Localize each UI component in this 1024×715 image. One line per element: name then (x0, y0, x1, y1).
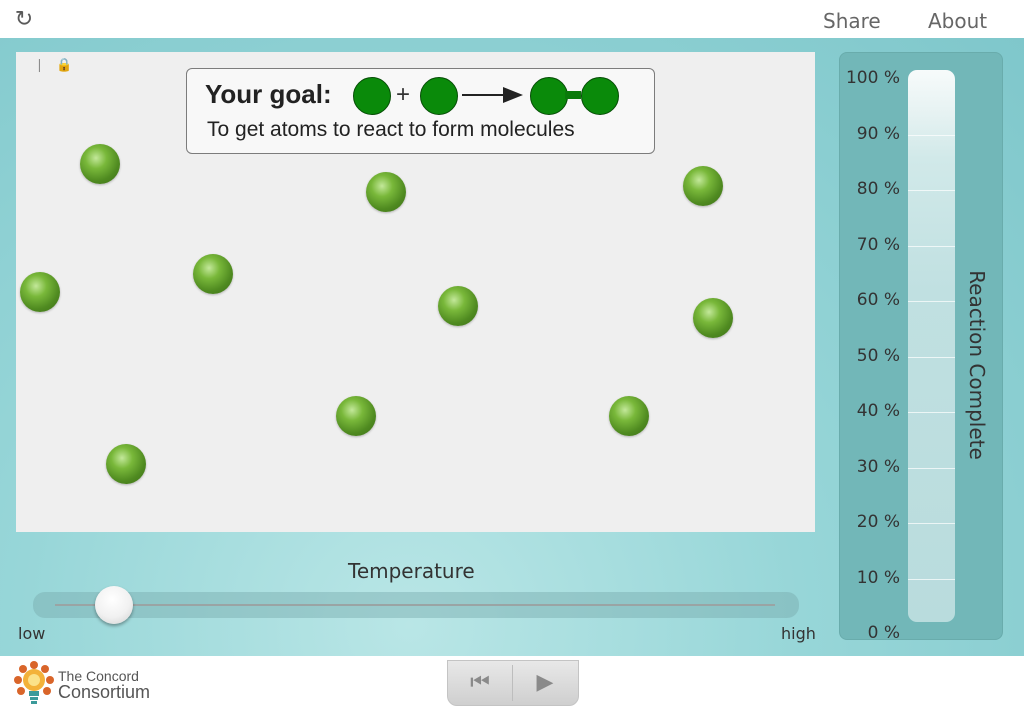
skip-back-icon[interactable]: ⏮ (448, 667, 512, 699)
play-icon[interactable]: ▶ (513, 667, 577, 699)
temperature-label: Temperature (348, 559, 475, 583)
gauge-title: Reaction Complete (965, 270, 989, 460)
atom[interactable] (609, 396, 649, 436)
gauge-tick-line (908, 245, 955, 247)
playback-controls: ⏮ ▶ (447, 660, 579, 706)
gauge-tick-line (908, 523, 955, 524)
top-bar: ↻ Share About (0, 0, 1024, 39)
goal-atom-2 (420, 77, 458, 115)
gauge-tick-label: 40 % (856, 401, 900, 421)
goal-panel: Your goal: + To get atoms to react to fo… (186, 68, 655, 154)
slider-line (55, 604, 775, 606)
gauge-tick-label: 100 % (845, 68, 900, 88)
atom[interactable] (438, 286, 478, 326)
gauge-tick-label: 50 % (856, 345, 900, 366)
molecule-container[interactable]: ❘ 🔒 Your goal: + To get atoms to react t… (16, 52, 815, 532)
gauge-tick-line (908, 134, 955, 136)
atom[interactable] (683, 166, 723, 206)
logo-line-2: Consortium (58, 682, 151, 702)
goal-title: Your goal: (205, 79, 332, 109)
footer: The Concord Consortium ⏮ ▶ (0, 656, 1024, 715)
gauge-tick-line (908, 356, 955, 358)
high-label: high (781, 624, 816, 643)
atom[interactable] (366, 172, 406, 212)
reload-icon[interactable]: ↻ (12, 8, 36, 32)
gauge-tick-label: 80 % (856, 179, 900, 199)
gauge-title-wrap: Reaction Complete (957, 253, 997, 473)
share-link[interactable]: Share (823, 9, 881, 33)
concord-logo-icon[interactable] (14, 661, 54, 707)
concord-logo-text[interactable]: The Concord Consortium (58, 668, 151, 702)
gauge-tick-label: 60 % (856, 290, 900, 310)
goal-molecule-atom-2 (581, 77, 619, 115)
atom[interactable] (336, 396, 376, 436)
gauge-tick-line (908, 190, 955, 191)
thermometer-icon[interactable]: ❘ (34, 58, 45, 73)
atom[interactable] (193, 254, 233, 294)
arrow-icon (503, 87, 523, 103)
low-label: low (18, 624, 46, 643)
gauge-tick-label: 20 % (856, 512, 900, 532)
gauge-tick-label: 70 % (856, 234, 900, 255)
reaction-gauge-bar (908, 70, 955, 622)
goal-text: To get atoms to react to form molecules (207, 118, 575, 141)
goal-bond (565, 91, 581, 99)
gauge-tick-label: 90 % (856, 123, 900, 144)
atom[interactable] (20, 272, 60, 312)
sim-tools: ❘ 🔒 (34, 58, 79, 73)
atom[interactable] (80, 144, 120, 184)
atom[interactable] (693, 298, 733, 338)
goal-molecule-atom-1 (530, 77, 568, 115)
gauge-tick-label: 10 % (856, 567, 900, 588)
gauge-tick-line (908, 578, 955, 580)
about-link[interactable]: About (928, 9, 987, 33)
goal-atom-1 (353, 77, 391, 115)
arrow-line (462, 94, 507, 96)
gauge-tick-label: 30 % (856, 456, 900, 477)
gauge-tick-line (908, 467, 955, 469)
gauge-tick-label: 0 % (867, 623, 900, 643)
simulation-stage: ❘ 🔒 Your goal: + To get atoms to react t… (0, 38, 1024, 656)
reaction-gauge: 100 % 90 % 80 % 70 % 60 % 50 % 40 % 30 % 20 % 10 … (839, 52, 1003, 643)
lock-icon[interactable]: 🔒 (56, 58, 72, 73)
temperature-slider-handle[interactable] (95, 586, 133, 624)
gauge-tick-line (908, 301, 955, 302)
temperature-slider-track[interactable] (33, 592, 799, 618)
atom[interactable] (106, 444, 146, 484)
plus-sign: + (396, 81, 411, 108)
gauge-tick-line (908, 412, 955, 413)
